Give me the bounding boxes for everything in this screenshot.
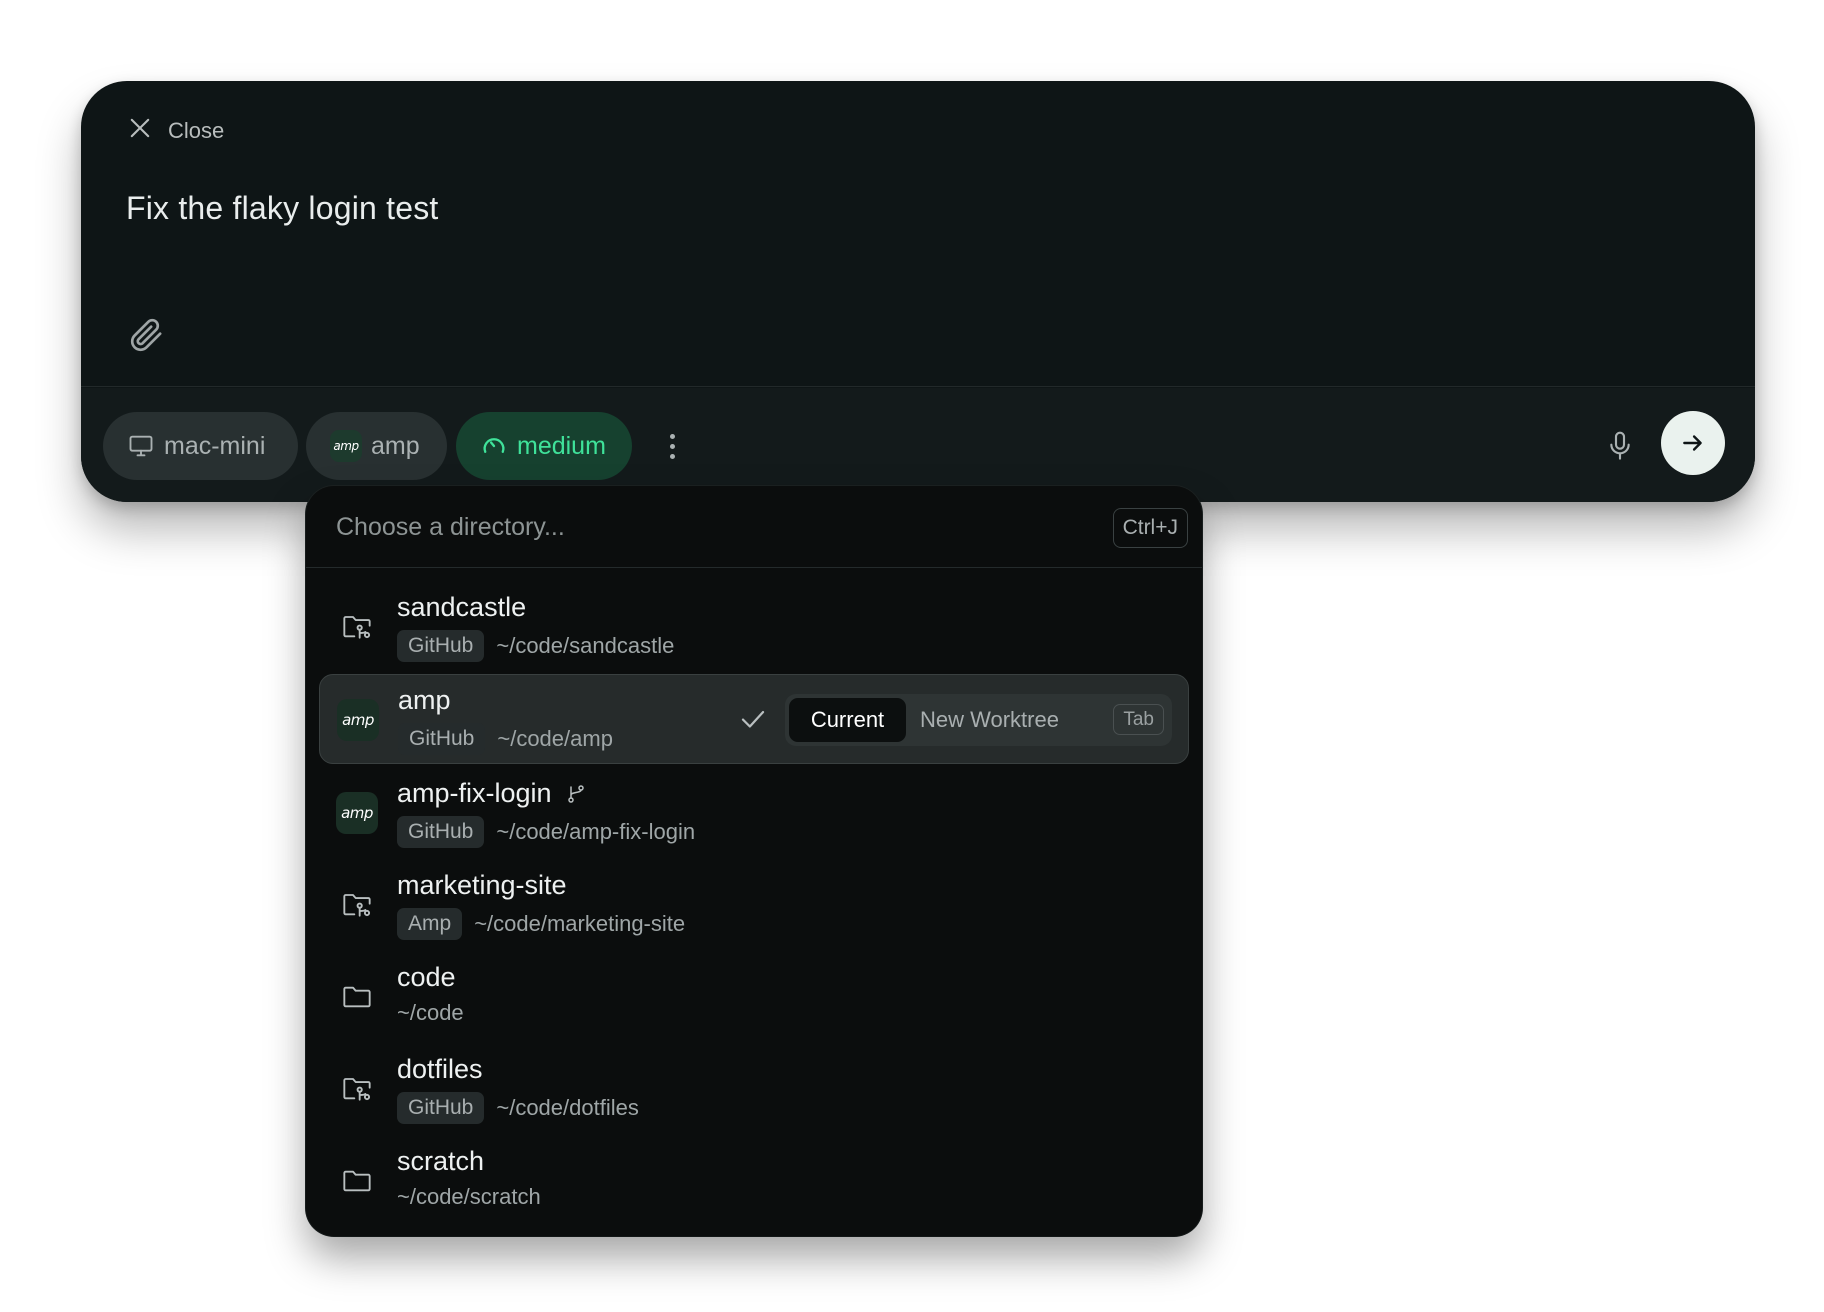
directory-path: ~/code/amp-fix-login — [496, 819, 696, 844]
effort-label: medium — [517, 431, 606, 460]
paperclip-icon — [130, 318, 162, 352]
directory-path: ~/code/marketing-site — [474, 911, 686, 936]
monitor-icon — [129, 435, 153, 457]
prompt-text[interactable]: Fix the flaky login test — [126, 190, 439, 227]
microphone-icon — [1610, 431, 1630, 460]
directory-item-sandcastle[interactable]: sandcastle GitHub ~/code/sandcastle — [319, 582, 1189, 672]
amp-logo-icon: amp — [336, 792, 378, 834]
directory-path: ~/code/amp — [497, 726, 613, 751]
kebab-dot — [669, 453, 675, 459]
effort-selector[interactable]: medium — [456, 412, 632, 480]
kebab-dot — [669, 443, 675, 449]
new-worktree-option[interactable]: New Worktree — [920, 698, 1059, 742]
directory-path: ~/code/scratch — [397, 1184, 541, 1209]
directory-item-amp-fix-login[interactable]: amp amp-fix-login GitHub ~/code/amp-fix-… — [319, 768, 1189, 858]
kebab-dot — [669, 433, 675, 439]
directory-path: ~/code/sandcastle — [496, 633, 675, 658]
directory-item-scratch[interactable]: scratch ~/code/scratch — [319, 1136, 1189, 1226]
attach-button[interactable] — [126, 314, 166, 356]
directory-item-dotfiles[interactable]: dotfiles GitHub ~/code/dotfiles — [319, 1044, 1189, 1134]
repo-selector[interactable]: amp amp — [306, 412, 447, 480]
stage: Close Fix the flaky login test mac-mini … — [0, 0, 1824, 1312]
directory-name: amp-fix-login — [397, 778, 552, 808]
directory-picker: Ctrl+J sandcastle GitHub ~/code/sandcast… — [306, 486, 1202, 1236]
directory-name: marketing-site — [397, 870, 567, 900]
directory-search-row: Ctrl+J — [306, 486, 1202, 568]
directory-name: scratch — [397, 1146, 485, 1176]
directory-item-amp[interactable]: amp amp GitHub ~/code/amp Current New Wo… — [319, 674, 1189, 764]
git-branch-icon — [567, 784, 584, 803]
directory-name: code — [397, 962, 456, 992]
source-badge: GitHub — [397, 816, 485, 848]
close-button[interactable]: Close — [126, 114, 224, 148]
current-option[interactable]: Current — [789, 698, 906, 742]
tab-key-hint: Tab — [1113, 704, 1164, 735]
source-badge: Amp — [397, 908, 463, 940]
directory-item-marketing-site[interactable]: marketing-site Amp ~/code/marketing-site — [319, 860, 1189, 950]
checkmark-icon — [741, 711, 765, 728]
close-icon — [126, 114, 154, 148]
source-badge: GitHub — [397, 630, 485, 662]
folder-git-icon — [336, 1068, 378, 1110]
source-badge: GitHub — [398, 723, 486, 755]
gauge-icon — [483, 438, 505, 453]
send-button[interactable] — [1661, 411, 1725, 475]
shortcut-hint: Ctrl+J — [1112, 508, 1188, 548]
directory-name: dotfiles — [397, 1054, 483, 1084]
folder-git-icon — [336, 606, 378, 648]
arrow-right-icon — [1683, 435, 1702, 451]
folder-icon — [336, 976, 378, 1018]
directory-path: ~/code — [397, 1000, 464, 1025]
directory-name: amp — [398, 685, 451, 715]
directory-name: sandcastle — [397, 592, 527, 622]
more-options-button[interactable] — [664, 427, 680, 465]
folder-icon — [336, 1160, 378, 1202]
amp-logo-icon: amp — [337, 699, 379, 741]
composer-input-area[interactable] — [81, 81, 1755, 387]
directory-search-input[interactable] — [336, 504, 1036, 550]
close-label: Close — [168, 118, 225, 143]
host-selector[interactable]: mac-mini — [103, 412, 298, 480]
microphone-button[interactable] — [1604, 428, 1636, 464]
host-label: mac-mini — [164, 431, 266, 460]
directory-item-code[interactable]: code ~/code — [319, 952, 1189, 1042]
directory-path: ~/code/dotfiles — [496, 1095, 639, 1120]
repo-label: amp — [371, 431, 420, 460]
source-badge: GitHub — [397, 1092, 485, 1124]
amp-logo-icon: amp — [330, 430, 362, 462]
folder-git-icon — [336, 884, 378, 926]
worktree-mode-toggle: Current New Worktree Tab — [785, 694, 1172, 746]
